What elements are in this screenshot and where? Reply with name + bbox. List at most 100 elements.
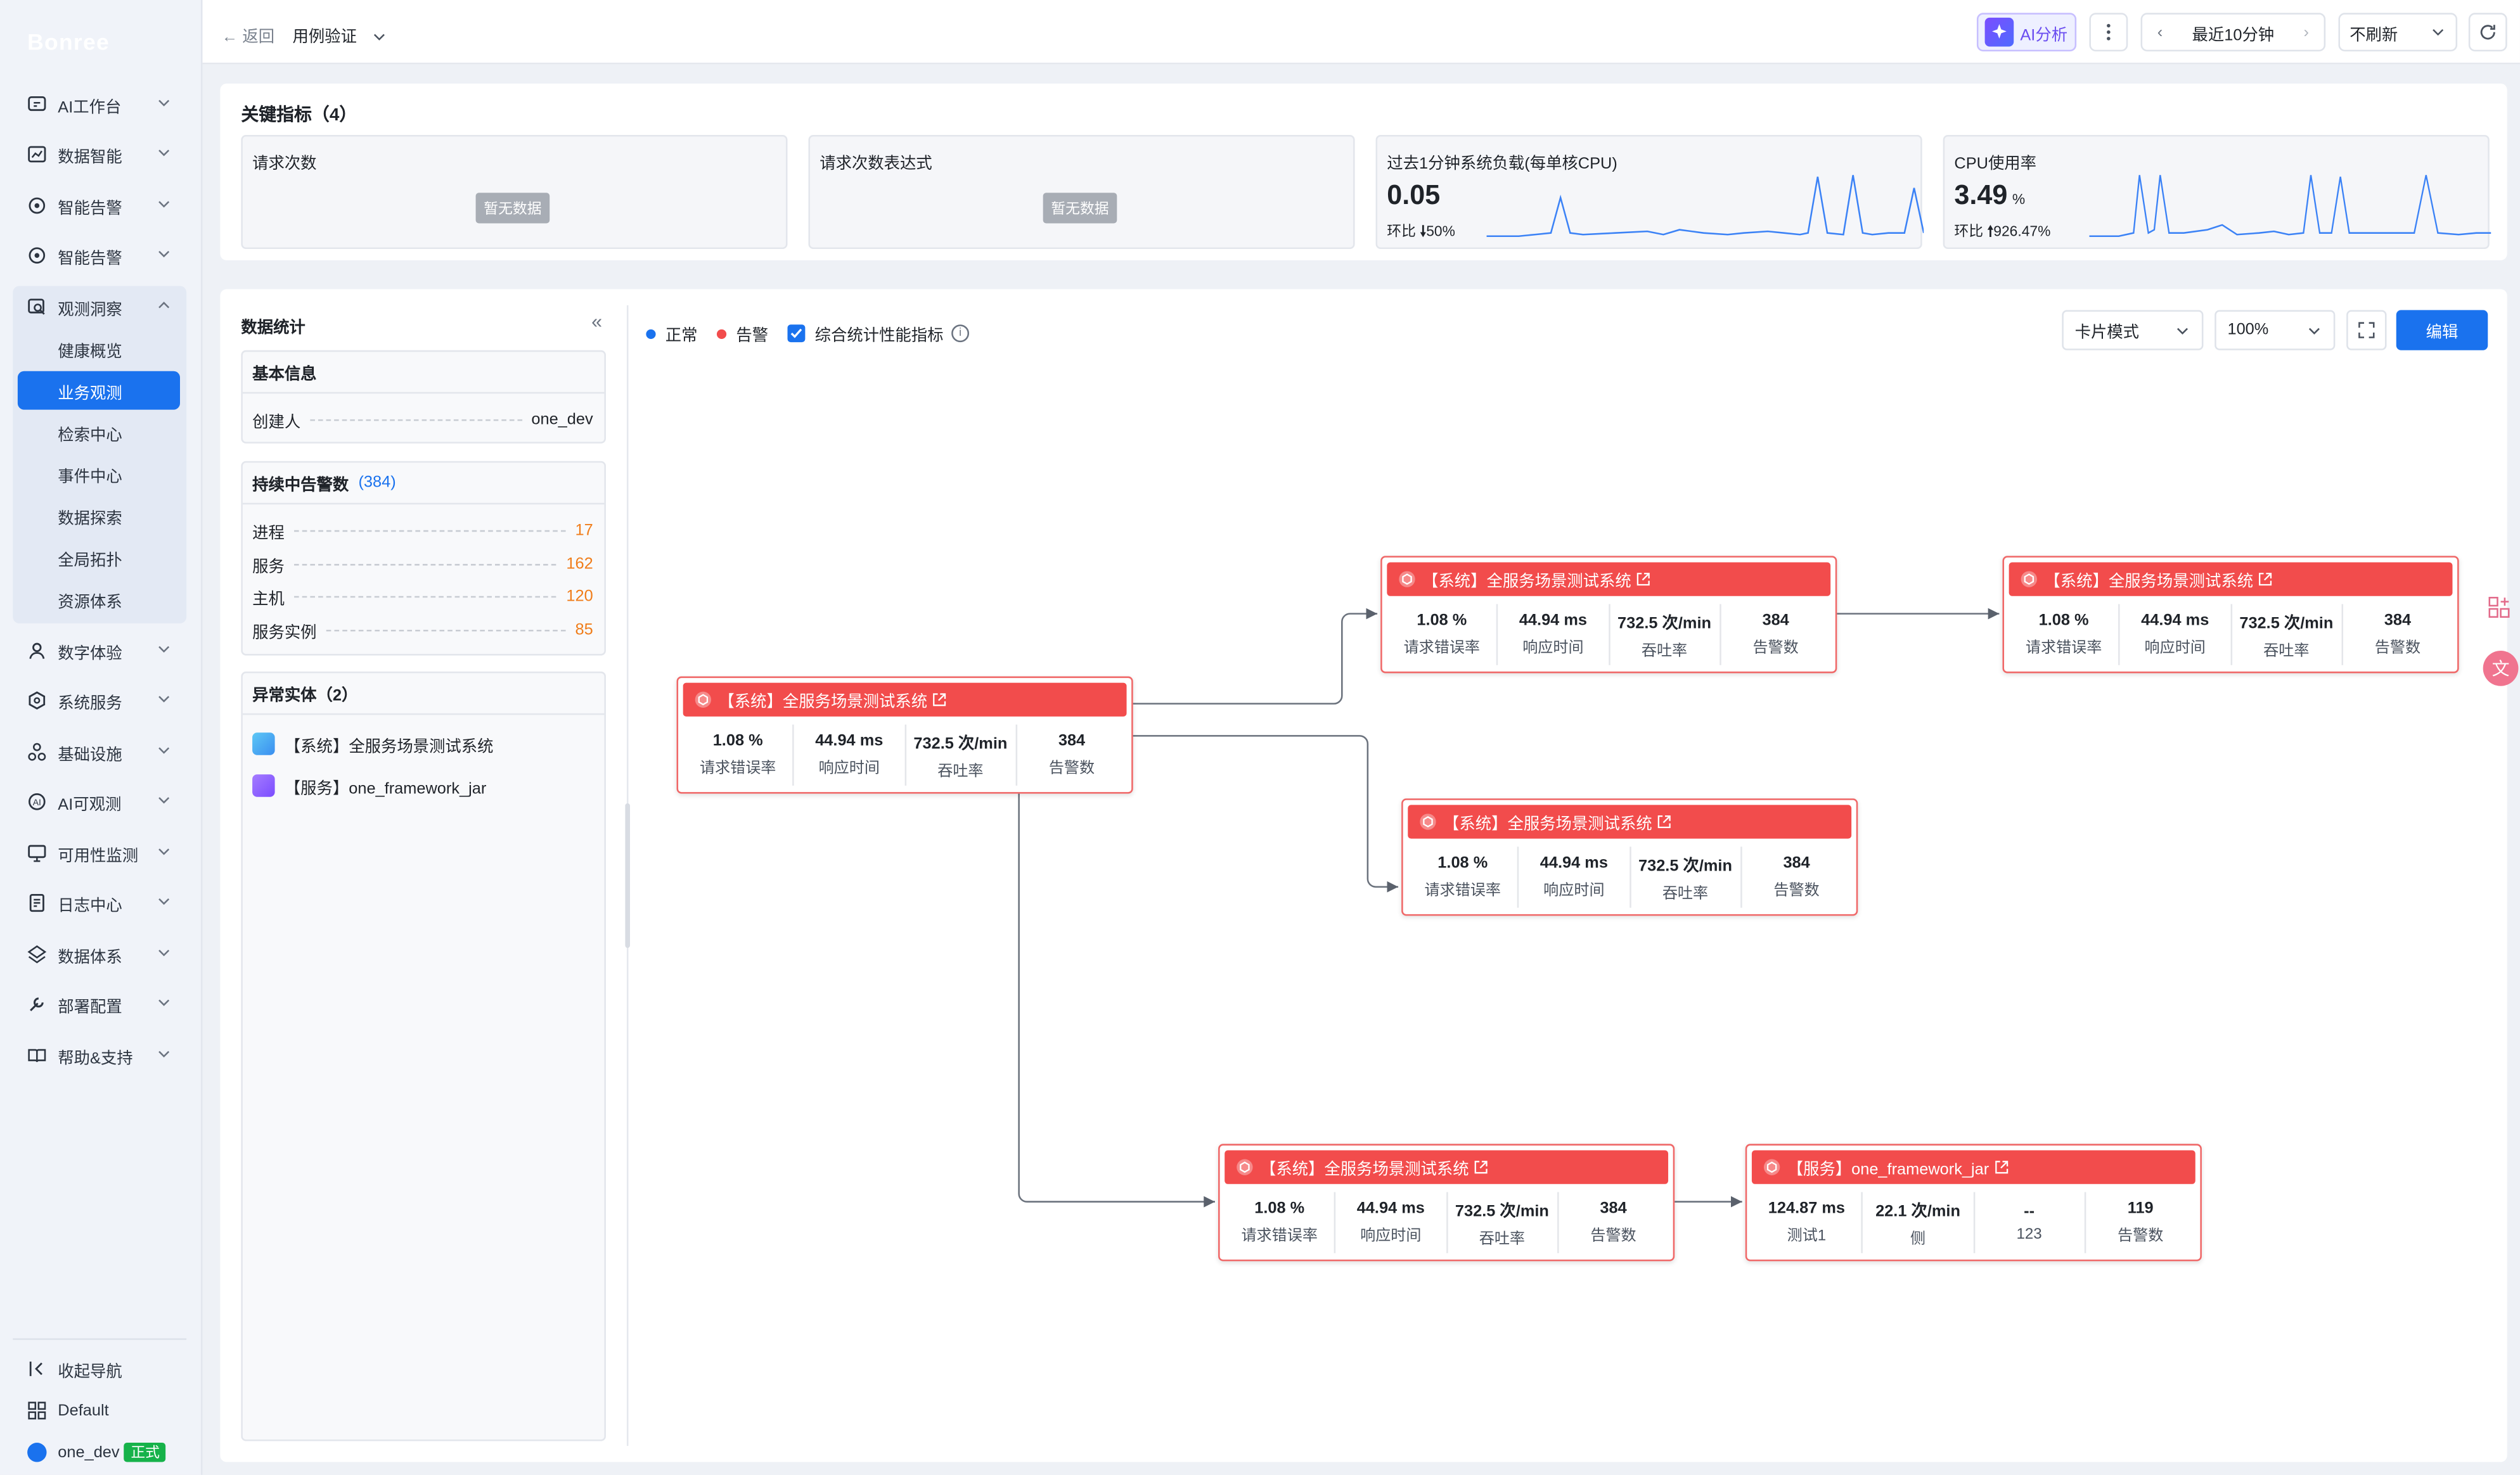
infra-icon — [27, 742, 46, 761]
zoom-label: 100% — [2227, 321, 2269, 340]
sub-item-events[interactable]: 事件中心 — [18, 455, 180, 494]
node-header[interactable]: 【系统】全服务场景测试系统 — [2009, 562, 2453, 596]
kpi-card-requests[interactable]: 请求次数 暂无数据 — [241, 134, 788, 250]
sidebar-item-digital-exp[interactable]: 数字体验 — [13, 630, 186, 672]
sidebar-item-availability[interactable]: 可用性监测 — [13, 832, 186, 874]
sidebar-item-smart-alert[interactable]: 智能告警 — [13, 185, 186, 227]
sub-item-business-observe[interactable]: 业务观测 — [17, 371, 180, 410]
metric-cell: 384 告警数 — [1559, 1192, 1668, 1253]
kpi-card-system-load[interactable]: 过去1分钟系统负载(每单核CPU) 0.05 环比 🠗50% — [1375, 134, 1924, 250]
back-button[interactable]: ← 返回 — [222, 22, 274, 47]
topology-node[interactable]: 【系统】全服务场景测试系统 1.08 % 请求错误率 44.94 ms 响应时间 7… — [676, 676, 1133, 794]
view-mode-select[interactable]: 卡片模式 — [2062, 310, 2204, 350]
alert-row[interactable]: 主机 120 — [252, 585, 593, 608]
observe-icon — [27, 297, 46, 316]
workspace-switch[interactable]: Default — [13, 1393, 186, 1428]
sidebar-item-data-intel[interactable]: 数据智能 — [13, 133, 186, 175]
sidebar-item-deploy[interactable]: 部署配置 — [13, 983, 186, 1025]
sub-item-topology[interactable]: 全局拓扑 — [18, 538, 180, 577]
sidebar-item-system-service[interactable]: 系统服务 — [13, 680, 186, 722]
no-data-badge: 暂无数据 — [1043, 193, 1117, 224]
time-range-picker[interactable]: ‹ 最近10分钟 › — [2140, 13, 2326, 52]
translate-icon[interactable]: 文 — [2483, 650, 2519, 686]
next-range-icon[interactable]: › — [2289, 23, 2324, 41]
sidebar-item-smart-alert-2[interactable]: 智能告警 — [13, 234, 186, 276]
node-header[interactable]: 【系统】全服务场景测试系统 — [1387, 562, 1831, 596]
abnormal-entity-item[interactable]: 【系统】全服务场景测试系统 — [252, 732, 593, 756]
alert-row-label: 服务实例 — [252, 624, 317, 642]
info-icon[interactable]: i — [951, 324, 970, 343]
apps-add-icon[interactable] — [2486, 594, 2512, 620]
refresh-interval-select[interactable]: 不刷新 — [2338, 13, 2458, 52]
system-node-icon — [1237, 1159, 1253, 1175]
kpi-title: CPU使用率 — [1954, 155, 2037, 174]
abnormal-entity-item[interactable]: 【服务】one_framework_jar — [252, 774, 593, 798]
alert-row[interactable]: 服务 162 — [252, 552, 593, 576]
metric-label: 请求错误率 — [1241, 1227, 1318, 1246]
node-header[interactable]: 【服务】one_framework_jar — [1751, 1150, 2195, 1184]
sub-item-health[interactable]: 健康概览 — [18, 329, 180, 368]
topology-node[interactable]: 【系统】全服务场景测试系统 1.08 % 请求错误率 44.94 ms 响应时间 7… — [2002, 556, 2459, 674]
kpi-card-cpu[interactable]: CPU使用率 3.49% 环比 🠕926.47% — [1943, 134, 2491, 250]
external-link-icon[interactable] — [1474, 1160, 1488, 1175]
sidebar-divider — [13, 1338, 187, 1340]
alert-icon — [27, 246, 46, 265]
avatar — [27, 1443, 47, 1462]
collapse-panel-icon[interactable]: « — [591, 310, 602, 332]
external-link-icon[interactable] — [932, 693, 947, 707]
alert-row[interactable]: 进程 17 — [252, 519, 593, 542]
sub-item-explore[interactable]: 数据探索 — [18, 497, 180, 535]
more-button[interactable] — [2089, 13, 2128, 52]
fullscreen-button[interactable] — [2346, 310, 2387, 350]
external-link-icon[interactable] — [2258, 572, 2273, 587]
page-title-select[interactable]: 用例验证 — [292, 22, 387, 47]
prev-range-icon[interactable]: ‹ — [2142, 23, 2178, 41]
external-link-icon[interactable] — [1994, 1160, 2009, 1175]
sidebar-item-data-system[interactable]: 数据体系 — [13, 933, 186, 975]
refresh-button[interactable] — [2468, 13, 2507, 52]
chevron-down-icon — [158, 747, 170, 754]
view-mode-label: 卡片模式 — [2074, 324, 2140, 343]
zoom-select[interactable]: 100% — [2215, 310, 2336, 350]
metric-value: 1.08 % — [1254, 1200, 1305, 1218]
sidebar-item-logs[interactable]: 日志中心 — [13, 882, 186, 924]
metric-cell: 384 告警数 — [1742, 846, 1851, 907]
sidebar-item-ai-observe[interactable]: AI AI可观测 — [13, 781, 186, 822]
node-header[interactable]: 【系统】全服务场景测试系统 — [1225, 1150, 1669, 1184]
sidebar-item-observe[interactable]: 观测洞察 — [13, 286, 186, 328]
node-header[interactable]: 【系统】全服务场景测试系统 — [1408, 805, 1852, 839]
collapse-nav-button[interactable]: 收起导航 — [13, 1351, 186, 1387]
node-header[interactable]: 【系统】全服务场景测试系统 — [683, 682, 1127, 717]
stats-checkbox[interactable] — [787, 324, 806, 343]
topology-node[interactable]: 【系统】全服务场景测试系统 1.08 % 请求错误率 44.94 ms 响应时间 7… — [1401, 798, 1858, 916]
external-link-icon[interactable] — [1657, 815, 1671, 829]
metric-cell: 384 告警数 — [2343, 604, 2452, 665]
legend-alert-dot — [716, 328, 727, 338]
topology-node[interactable]: 【系统】全服务场景测试系统 1.08 % 请求错误率 44.94 ms 响应时间 7… — [1218, 1144, 1675, 1261]
user-menu[interactable]: one_dev 正式 — [13, 1434, 186, 1470]
sub-item-resources[interactable]: 资源体系 — [18, 580, 180, 618]
creator-value: one_dev — [531, 410, 593, 428]
chevron-down-icon — [2433, 29, 2444, 36]
panel-resize-handle[interactable] — [625, 803, 630, 948]
node-metrics: 1.08 % 请求错误率 44.94 ms 响应时间 732.5 次/min 吞吐率 … — [1408, 846, 1851, 908]
sidebar-item-ai-workbench[interactable]: AI工作台 — [13, 84, 186, 125]
metric-value: 384 — [1058, 732, 1086, 751]
metric-cell: 1.08 % 请求错误率 — [2009, 604, 2121, 665]
sub-item-search[interactable]: 检索中心 — [18, 413, 180, 452]
sidebar-item-help[interactable]: 帮助&支持 — [13, 1035, 186, 1076]
sidebar-item-infra[interactable]: 基础设施 — [13, 731, 186, 773]
edit-button[interactable]: 编辑 — [2396, 310, 2488, 350]
grid-icon — [27, 1401, 46, 1420]
topology-node[interactable]: 【服务】one_framework_jar 124.87 ms 测试1 22.1 … — [1745, 1144, 2202, 1261]
refresh-interval-label: 不刷新 — [2350, 26, 2398, 44]
metric-label: 请求错误率 — [1403, 639, 1481, 658]
metric-label: 吞吐率 — [2263, 642, 2310, 661]
metric-value: 124.87 ms — [1768, 1200, 1846, 1218]
external-link-icon[interactable] — [1636, 572, 1650, 587]
chevron-up-icon — [158, 302, 170, 309]
ai-analysis-button[interactable]: AI分析 — [1976, 13, 2077, 52]
kpi-card-request-expr[interactable]: 请求次数表达式 暂无数据 — [808, 134, 1355, 250]
topology-node[interactable]: 【系统】全服务场景测试系统 1.08 % 请求错误率 44.94 ms 响应时间 7… — [1380, 556, 1837, 674]
alert-row[interactable]: 服务实例 85 — [252, 618, 593, 642]
